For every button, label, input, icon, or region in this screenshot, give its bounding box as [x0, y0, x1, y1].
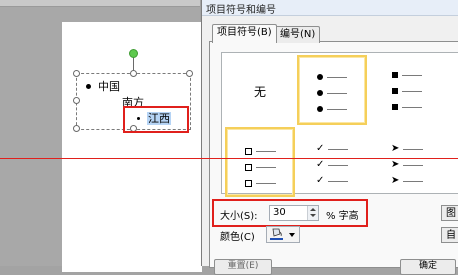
reset-button[interactable]: 重置(E): [214, 259, 272, 275]
paint-bucket-icon: [272, 228, 282, 237]
bullet-text: 中国: [98, 80, 120, 93]
picture-button-label: 图: [446, 208, 456, 219]
resize-handle-top-left[interactable]: [73, 70, 80, 77]
filled-square-icon: [392, 88, 398, 94]
filled-circle-icon: [317, 90, 323, 96]
color-picker-button[interactable]: [266, 226, 300, 243]
slide-canvas[interactable]: [62, 22, 202, 272]
ok-button[interactable]: 确定: [400, 259, 456, 275]
picture-button[interactable]: 图: [441, 205, 458, 221]
hollow-square-icon: [244, 163, 252, 171]
filled-circle-icon: [317, 74, 323, 80]
resize-handle-top-right[interactable]: [186, 70, 193, 77]
bullet-option-filled-circle[interactable]: [297, 55, 367, 125]
checkmark-icon: ✓: [316, 175, 325, 186]
annotation-line: [0, 158, 458, 159]
color-label: 颜色(C): [220, 232, 255, 243]
customize-button[interactable]: 自: [441, 227, 458, 243]
bullet-gallery: 无 ✓ ✓ ✓ ➤ ➤ ➤: [221, 52, 458, 197]
bullet-option-arrowhead[interactable]: ➤ ➤ ➤: [372, 127, 442, 197]
ok-button-label: 确定: [418, 261, 437, 271]
hollow-square-icon: [244, 179, 252, 187]
annotation-box-selected-text: [123, 106, 189, 133]
customize-button-label: 自: [446, 230, 456, 241]
resize-handle-left[interactable]: [73, 97, 80, 104]
filled-square-icon: [392, 104, 398, 110]
annotation-box-size: [212, 199, 368, 227]
tab-label: 项目符号(B): [217, 27, 272, 38]
tab-label: 编号(N): [280, 29, 316, 40]
ribbon-edge: [0, 0, 200, 7]
bullet-option-none[interactable]: 无: [225, 55, 295, 125]
bullet-none-label: 无: [253, 85, 266, 99]
resize-handle-top[interactable]: [130, 70, 137, 77]
filled-circle-icon: [317, 106, 323, 112]
arrowhead-icon: ➤: [391, 175, 400, 186]
filled-square-icon: [392, 72, 398, 78]
tab-numbering[interactable]: 编号(N): [275, 26, 321, 43]
tab-bullets[interactable]: 项目符号(B): [212, 24, 277, 43]
bullet-dot-icon: [86, 83, 91, 89]
arrowhead-icon: ➤: [391, 143, 400, 154]
bullet-option-hollow-square[interactable]: [225, 127, 295, 197]
bullet-item-level-1[interactable]: 中国: [86, 78, 120, 94]
checkmark-icon: ✓: [316, 159, 325, 170]
arrowhead-icon: ➤: [391, 159, 400, 170]
dialog-title: 项目符号和编号: [206, 5, 276, 16]
reset-button-label: 重置(E): [227, 261, 259, 271]
checkmark-icon: ✓: [316, 143, 325, 154]
bullet-option-filled-square[interactable]: [372, 55, 442, 125]
rotate-handle[interactable]: [129, 49, 138, 58]
color-swatch: [270, 238, 283, 240]
hollow-square-icon: [244, 147, 252, 155]
bullet-dot-icon: [112, 101, 115, 104]
dialog-title-bar[interactable]: 项目符号和编号: [202, 0, 458, 16]
chevron-down-icon: [289, 233, 295, 237]
resize-handle-bottom-left[interactable]: [73, 125, 80, 132]
bullet-option-checkmark[interactable]: ✓ ✓ ✓: [297, 127, 367, 197]
